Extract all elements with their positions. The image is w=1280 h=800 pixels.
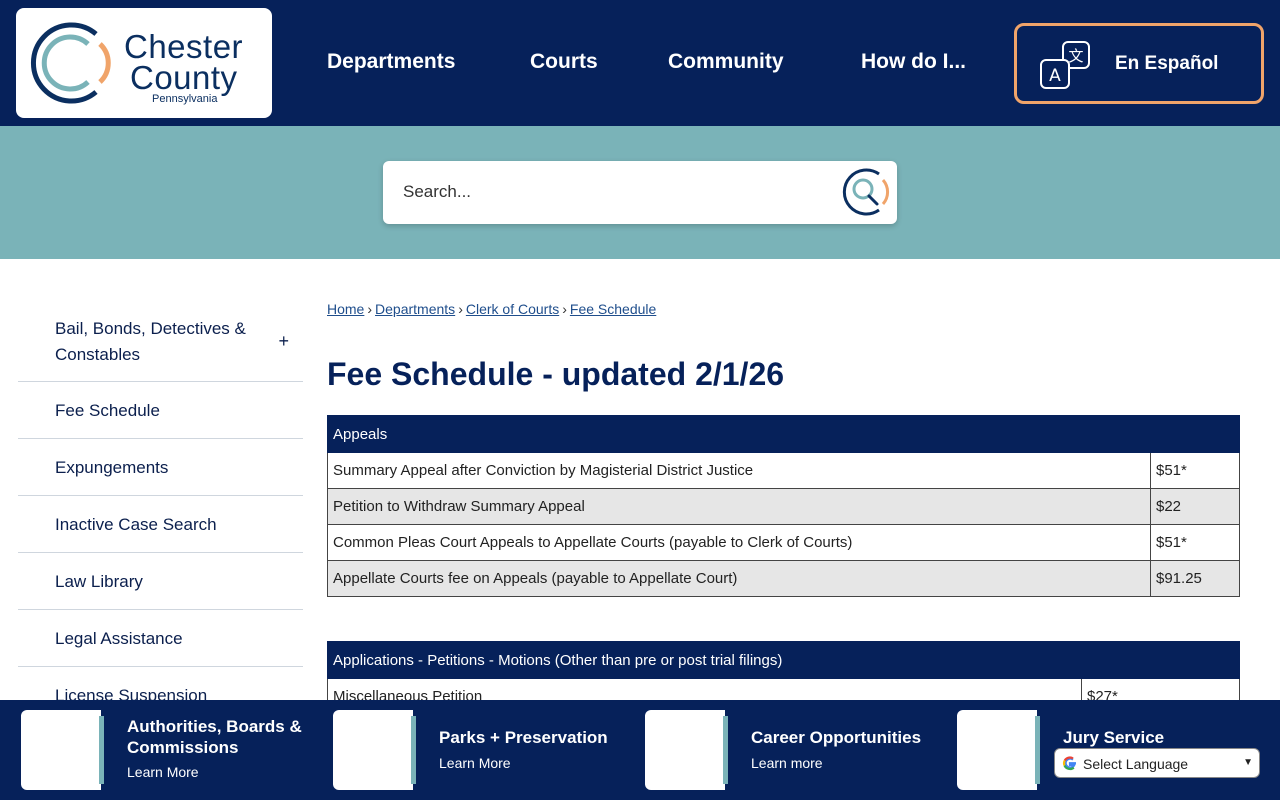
card-title: Career Opportunities [751,728,922,747]
chevron-down-icon: ▼ [1243,757,1253,768]
google-g-icon [1062,756,1076,771]
espanol-label: En Español [1115,53,1219,74]
card-career-opportunities[interactable]: Career Opportunities Learn more [645,710,935,790]
card-image [21,710,101,790]
search-input[interactable] [403,179,823,205]
language-select-label: Select Language [1083,756,1189,772]
logo-text-pennsylvania: Pennsylvania [152,93,218,105]
card-accent [99,716,104,784]
language-select[interactable]: Select Language ▼ [1054,748,1260,778]
sidebar-item-label: Inactive Case Search [55,515,217,534]
breadcrumb: Home › Departments › Clerk of Courts › Fee Sch… [327,301,656,317]
fee-amount: $22 [1150,488,1240,525]
table-header: Applications - Petitions - Motions (Othe… [327,641,1240,679]
chester-county-logo[interactable]: Chester County Pennsylvania [16,8,272,118]
fee-description: Appellate Courts fee on Appeals (payable… [327,560,1151,597]
sidebar-item-law-library[interactable]: Law Library [18,553,303,610]
table-row: Common Pleas Court Appeals to Appellate … [327,524,1240,561]
sidebar-nav: Bail, Bonds, Detectives & Constables + F… [18,298,303,724]
nav-how-do-i[interactable]: How do I... [861,50,966,74]
page-title: Fee Schedule - updated 2/1/26 [327,356,785,392]
sidebar-item-label: Fee Schedule [55,401,160,420]
search-icon [842,168,890,216]
sidebar-item-label: Law Library [55,572,143,591]
card-image [333,710,413,790]
card-learn-more: Learn More [127,764,199,780]
card-learn-more: Learn more [751,755,823,771]
nav-departments[interactable]: Departments [327,50,455,74]
site-header: Chester County Pennsylvania Departments … [0,0,1280,126]
sidebar-item-bail-bonds[interactable]: Bail, Bonds, Detectives & Constables + [18,298,303,382]
sidebar-item-label: Bail, Bonds, Detectives & Constables [55,319,246,364]
card-accent [1035,716,1040,784]
card-title: Jury Service [1063,728,1165,747]
fee-description: Petition to Withdraw Summary Appeal [327,488,1151,525]
table-row: Summary Appeal after Conviction by Magis… [327,452,1240,489]
nav-courts[interactable]: Courts [530,50,598,74]
card-accent [411,716,416,784]
breadcrumb-fee-schedule[interactable]: Fee Schedule [570,301,656,317]
fee-amount: $91.25 [1150,560,1240,597]
sidebar-item-legal-assistance[interactable]: Legal Assistance [18,610,303,667]
logo-text-county: County [130,59,238,96]
card-parks-preservation[interactable]: Parks + Preservation Learn More [333,710,623,790]
expand-plus-icon[interactable]: + [278,328,289,354]
card-learn-more: Learn More [439,755,511,771]
table-row: Appellate Courts fee on Appeals (payable… [327,560,1240,597]
breadcrumb-separator: › [458,301,463,317]
card-image [645,710,725,790]
breadcrumb-separator: › [562,301,567,317]
svg-text:文: 文 [1068,47,1083,65]
sidebar-item-label: Legal Assistance [55,629,183,648]
sidebar-item-expungements[interactable]: Expungements [18,439,303,496]
card-title: Authorities, Boards & Commissions [127,717,302,757]
table-header: Appeals [327,415,1240,453]
breadcrumb-clerk-of-courts[interactable]: Clerk of Courts [466,301,559,317]
fee-amount: $51* [1150,524,1240,561]
sidebar-item-label: Expungements [55,458,169,477]
county-logo-mark-icon [30,22,111,104]
card-accent [723,716,728,784]
card-authorities-boards[interactable]: Authorities, Boards & Commissions Learn … [21,710,311,790]
search-box [383,161,897,224]
sidebar-item-inactive-case-search[interactable]: Inactive Case Search [18,496,303,553]
svg-text:A: A [1049,66,1061,86]
breadcrumb-departments[interactable]: Departments [375,301,455,317]
fee-description: Common Pleas Court Appeals to Appellate … [327,524,1151,561]
card-title: Parks + Preservation [439,728,608,747]
appeals-fee-table: Appeals Summary Appeal after Conviction … [327,415,1240,597]
sidebar-item-fee-schedule[interactable]: Fee Schedule [18,382,303,439]
search-button[interactable] [839,166,891,218]
fee-amount: $51* [1150,452,1240,489]
breadcrumb-separator: › [367,301,373,317]
breadcrumb-home[interactable]: Home [327,301,364,317]
nav-community[interactable]: Community [668,50,784,74]
card-image [957,710,1037,790]
fee-description: Summary Appeal after Conviction by Magis… [327,452,1151,489]
table-row: Petition to Withdraw Summary Appeal $22 [327,488,1240,525]
espanol-button[interactable]: 文 A En Español [1014,23,1264,104]
translate-icon: 文 A [1040,41,1090,89]
